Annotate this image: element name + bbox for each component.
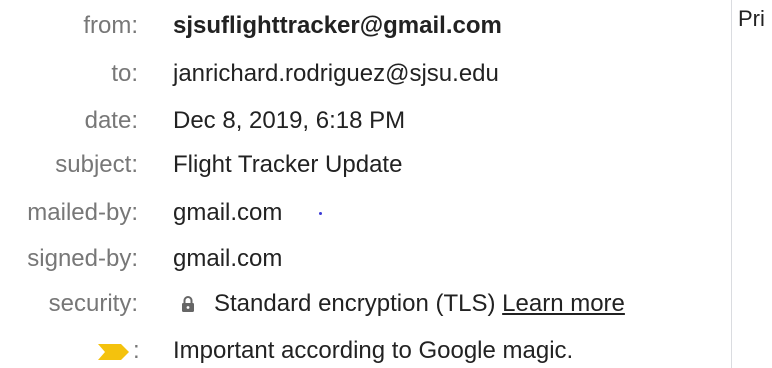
signed-by-row: signed-by: gmail.com xyxy=(0,244,720,274)
signed-by-label: signed-by: xyxy=(27,245,138,272)
mailed-by-row: mailed-by: gmail.com xyxy=(0,198,720,228)
importance-value: Important according to Google magic. xyxy=(173,337,574,364)
to-row: to: janrichard.rodriguez@sjsu.edu xyxy=(0,59,720,89)
importance-row: : Important according to Google magic. xyxy=(0,336,720,366)
subject-label: subject: xyxy=(55,151,138,178)
subject-row: subject: Flight Tracker Update xyxy=(0,150,720,180)
importance-colon: : xyxy=(133,337,140,364)
date-label: date: xyxy=(84,107,138,134)
date-row: date: Dec 8, 2019, 6:18 PM xyxy=(0,106,720,136)
stray-dot xyxy=(319,212,322,215)
side-panel-text: Pri xyxy=(738,6,765,31)
from-label: from: xyxy=(83,12,138,39)
security-row: security: Standard encryption (TLS) Lear… xyxy=(0,289,720,319)
from-value: sjsuflighttracker@gmail.com xyxy=(173,12,502,39)
mailed-by-value: gmail.com xyxy=(173,199,283,226)
learn-more-link[interactable]: Learn more xyxy=(502,290,625,317)
lock-icon xyxy=(182,296,194,312)
signed-by-value: gmail.com xyxy=(173,245,283,272)
security-label: security: xyxy=(48,290,138,317)
importance-marker-icon xyxy=(98,344,129,360)
date-value: Dec 8, 2019, 6:18 PM xyxy=(173,107,406,134)
from-row: from: sjsuflighttracker@gmail.com xyxy=(0,11,720,41)
security-value: Standard encryption (TLS) Learn more xyxy=(214,289,625,319)
panel-divider xyxy=(731,0,732,368)
subject-value: Flight Tracker Update xyxy=(173,151,403,178)
mailed-by-label: mailed-by: xyxy=(27,199,138,226)
security-text: Standard encryption (TLS) xyxy=(214,290,496,317)
to-value: janrichard.rodriguez@sjsu.edu xyxy=(173,60,499,87)
to-label: to: xyxy=(111,60,138,87)
